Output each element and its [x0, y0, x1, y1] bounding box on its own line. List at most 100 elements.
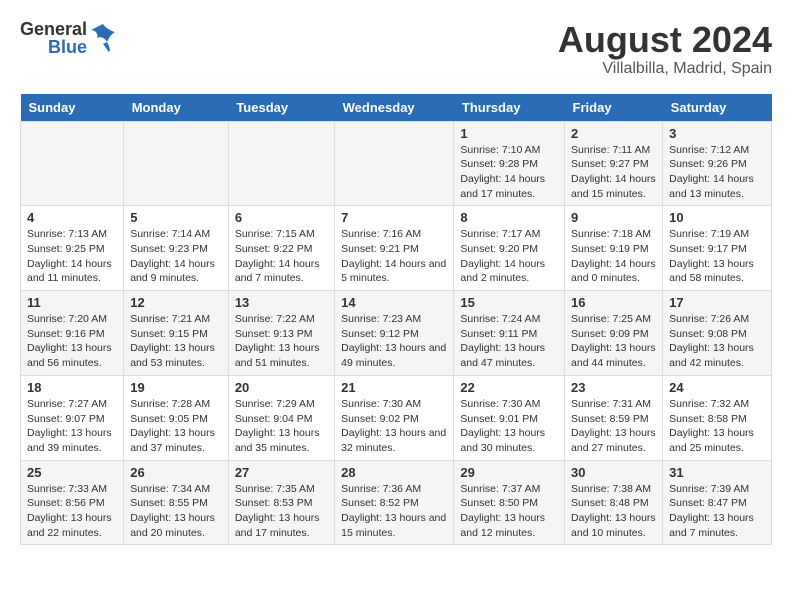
weekday-header: Tuesday: [228, 94, 334, 122]
weekday-header: Sunday: [21, 94, 124, 122]
calendar-cell: 13Sunrise: 7:22 AM Sunset: 9:13 PM Dayli…: [228, 291, 334, 376]
day-number: 30: [571, 465, 656, 480]
day-info: Sunrise: 7:28 AM Sunset: 9:05 PM Dayligh…: [130, 397, 222, 456]
calendar-cell: 11 Sunrise: 7:20 AM Sunset: 9:16 PM Dayli…: [21, 291, 124, 376]
day-number: 4: [27, 210, 117, 225]
day-info: Sunrise: 7:26 AM Sunset: 9:08 PM Dayligh…: [669, 312, 765, 371]
day-number: 24: [669, 380, 765, 395]
calendar-cell: 15 Sunrise: 7:24 AM Sunset: 9:11 PM Dayli…: [454, 291, 565, 376]
day-number: 2: [571, 126, 656, 141]
day-number: 15: [460, 295, 558, 310]
day-number: 21: [341, 380, 447, 395]
calendar-cell: [124, 121, 229, 206]
calendar-cell: 4Sunrise: 7:13 AM Sunset: 9:25 PM Daylig…: [21, 206, 124, 291]
calendar-cell: 19 Sunrise: 7:28 AM Sunset: 9:05 PM Dayli…: [124, 375, 229, 460]
day-info: Sunrise: 7:30 AM Sunset: 9:01 PM Dayligh…: [460, 397, 558, 456]
day-number: 22: [460, 380, 558, 395]
calendar-cell: 29 Sunrise: 7:37 AM Sunset: 8:50 PM Dayli…: [454, 460, 565, 545]
calendar-cell: 16 Sunrise: 7:25 AM Sunset: 9:09 PM Dayli…: [565, 291, 663, 376]
day-info: Sunrise: 7:36 AM Sunset: 8:52 PM Dayligh…: [341, 482, 447, 541]
day-number: 26: [130, 465, 222, 480]
day-info: Sunrise: 7:15 AM Sunset: 9:22 PM Dayligh…: [235, 227, 328, 286]
calendar-cell: 2 Sunrise: 7:11 AM Sunset: 9:27 PM Daylig…: [565, 121, 663, 206]
calendar-cell: 26Sunrise: 7:34 AM Sunset: 8:55 PM Dayli…: [124, 460, 229, 545]
logo-blue-text: Blue: [48, 38, 87, 56]
day-number: 29: [460, 465, 558, 480]
calendar-cell: 8 Sunrise: 7:17 AM Sunset: 9:20 PM Daylig…: [454, 206, 565, 291]
day-info: Sunrise: 7:14 AM Sunset: 9:23 PM Dayligh…: [130, 227, 222, 286]
day-number: 8: [460, 210, 558, 225]
day-info: Sunrise: 7:35 AM Sunset: 8:53 PM Dayligh…: [235, 482, 328, 541]
day-info: Sunrise: 7:16 AM Sunset: 9:21 PM Dayligh…: [341, 227, 447, 286]
day-info: Sunrise: 7:21 AM Sunset: 9:15 PM Dayligh…: [130, 312, 222, 371]
day-number: 17: [669, 295, 765, 310]
day-info: Sunrise: 7:31 AM Sunset: 8:59 PM Dayligh…: [571, 397, 656, 456]
day-number: 9: [571, 210, 656, 225]
day-info: Sunrise: 7:27 AM Sunset: 9:07 PM Dayligh…: [27, 397, 117, 456]
calendar-cell: 5Sunrise: 7:14 AM Sunset: 9:23 PM Daylig…: [124, 206, 229, 291]
day-number: 19: [130, 380, 222, 395]
day-number: 27: [235, 465, 328, 480]
page-header: General Blue August 2024 Villalbilla, Ma…: [20, 20, 772, 78]
weekday-header: Wednesday: [335, 94, 454, 122]
day-number: 13: [235, 295, 328, 310]
day-number: 6: [235, 210, 328, 225]
calendar-cell: 21Sunrise: 7:30 AM Sunset: 9:02 PM Dayli…: [335, 375, 454, 460]
weekday-header: Friday: [565, 94, 663, 122]
logo: General Blue: [20, 20, 117, 56]
calendar-week-row: 11 Sunrise: 7:20 AM Sunset: 9:16 PM Dayli…: [21, 291, 772, 376]
day-info: Sunrise: 7:38 AM Sunset: 8:48 PM Dayligh…: [571, 482, 656, 541]
calendar-cell: [228, 121, 334, 206]
day-info: Sunrise: 7:17 AM Sunset: 9:20 PM Dayligh…: [460, 227, 558, 286]
calendar-cell: 28 Sunrise: 7:36 AM Sunset: 8:52 PM Dayli…: [335, 460, 454, 545]
day-number: 3: [669, 126, 765, 141]
day-number: 7: [341, 210, 447, 225]
page-subtitle: Villalbilla, Madrid, Spain: [558, 60, 772, 78]
day-number: 18: [27, 380, 117, 395]
day-number: 20: [235, 380, 328, 395]
day-number: 11: [27, 295, 117, 310]
calendar-cell: 12 Sunrise: 7:21 AM Sunset: 9:15 PM Dayli…: [124, 291, 229, 376]
day-info: Sunrise: 7:29 AM Sunset: 9:04 PM Dayligh…: [235, 397, 328, 456]
page-title: August 2024: [558, 20, 772, 60]
day-number: 12: [130, 295, 222, 310]
calendar-table: SundayMondayTuesdayWednesdayThursdayFrid…: [20, 94, 772, 546]
calendar-cell: 6 Sunrise: 7:15 AM Sunset: 9:22 PM Daylig…: [228, 206, 334, 291]
calendar-cell: 18 Sunrise: 7:27 AM Sunset: 9:07 PM Dayli…: [21, 375, 124, 460]
calendar-week-row: 25 Sunrise: 7:33 AM Sunset: 8:56 PM Dayli…: [21, 460, 772, 545]
calendar-cell: 27 Sunrise: 7:35 AM Sunset: 8:53 PM Dayli…: [228, 460, 334, 545]
day-number: 23: [571, 380, 656, 395]
day-info: Sunrise: 7:11 AM Sunset: 9:27 PM Dayligh…: [571, 143, 656, 202]
day-info: Sunrise: 7:25 AM Sunset: 9:09 PM Dayligh…: [571, 312, 656, 371]
calendar-cell: [21, 121, 124, 206]
calendar-cell: 17 Sunrise: 7:26 AM Sunset: 9:08 PM Dayli…: [663, 291, 772, 376]
day-number: 31: [669, 465, 765, 480]
calendar-cell: 30 Sunrise: 7:38 AM Sunset: 8:48 PM Dayli…: [565, 460, 663, 545]
day-info: Sunrise: 7:20 AM Sunset: 9:16 PM Dayligh…: [27, 312, 117, 371]
calendar-cell: 7 Sunrise: 7:16 AM Sunset: 9:21 PM Daylig…: [335, 206, 454, 291]
day-info: Sunrise: 7:33 AM Sunset: 8:56 PM Dayligh…: [27, 482, 117, 541]
day-number: 28: [341, 465, 447, 480]
day-number: 25: [27, 465, 117, 480]
calendar-cell: 20 Sunrise: 7:29 AM Sunset: 9:04 PM Dayli…: [228, 375, 334, 460]
day-info: Sunrise: 7:24 AM Sunset: 9:11 PM Dayligh…: [460, 312, 558, 371]
day-number: 10: [669, 210, 765, 225]
weekday-header: Saturday: [663, 94, 772, 122]
calendar-cell: [335, 121, 454, 206]
title-block: August 2024 Villalbilla, Madrid, Spain: [558, 20, 772, 78]
day-number: 16: [571, 295, 656, 310]
calendar-week-row: 18 Sunrise: 7:27 AM Sunset: 9:07 PM Dayli…: [21, 375, 772, 460]
day-info: Sunrise: 7:37 AM Sunset: 8:50 PM Dayligh…: [460, 482, 558, 541]
calendar-cell: 31Sunrise: 7:39 AM Sunset: 8:47 PM Dayli…: [663, 460, 772, 545]
calendar-cell: 25 Sunrise: 7:33 AM Sunset: 8:56 PM Dayli…: [21, 460, 124, 545]
calendar-header-row: SundayMondayTuesdayWednesdayThursdayFrid…: [21, 94, 772, 122]
calendar-cell: 24Sunrise: 7:32 AM Sunset: 8:58 PM Dayli…: [663, 375, 772, 460]
day-info: Sunrise: 7:23 AM Sunset: 9:12 PM Dayligh…: [341, 312, 447, 371]
calendar-cell: 10Sunrise: 7:19 AM Sunset: 9:17 PM Dayli…: [663, 206, 772, 291]
calendar-cell: 3Sunrise: 7:12 AM Sunset: 9:26 PM Daylig…: [663, 121, 772, 206]
day-number: 14: [341, 295, 447, 310]
calendar-cell: 22 Sunrise: 7:30 AM Sunset: 9:01 PM Dayli…: [454, 375, 565, 460]
weekday-header: Thursday: [454, 94, 565, 122]
calendar-week-row: 1Sunrise: 7:10 AM Sunset: 9:28 PM Daylig…: [21, 121, 772, 206]
day-info: Sunrise: 7:10 AM Sunset: 9:28 PM Dayligh…: [460, 143, 558, 202]
